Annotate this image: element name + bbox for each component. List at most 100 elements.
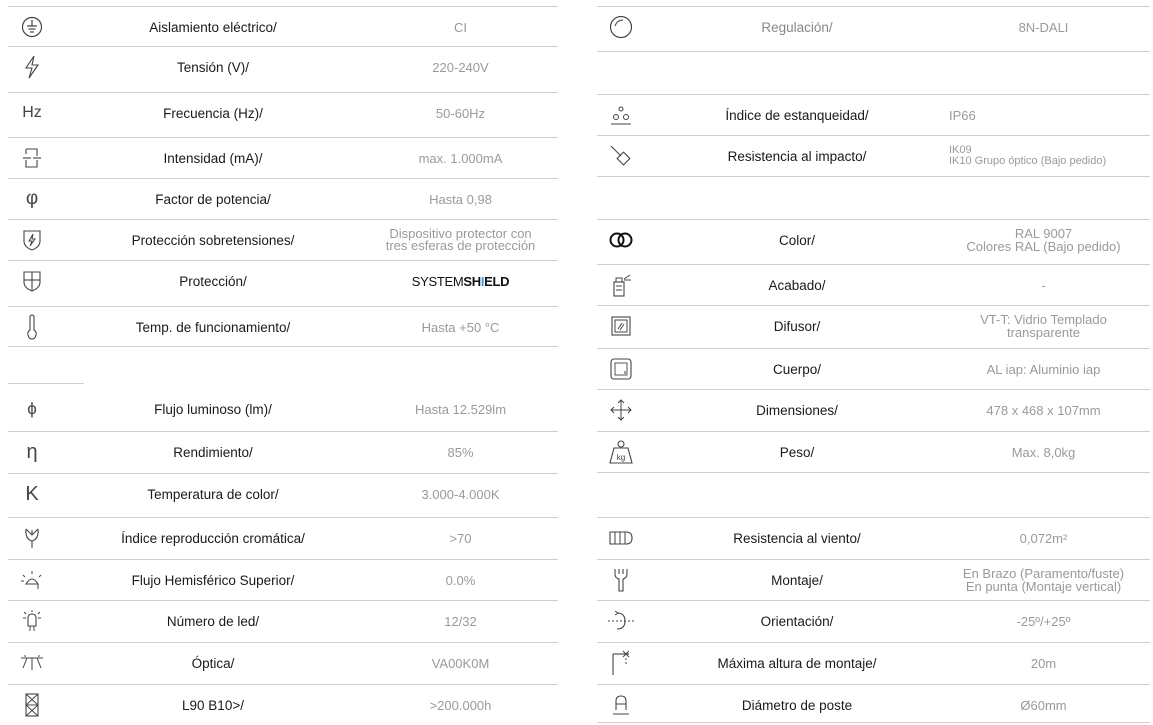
- spec-value: max. 1.000mA: [418, 150, 503, 166]
- spec-label: Diámetro de poste: [741, 697, 853, 713]
- spec-value: 3.000-4.000K: [421, 486, 500, 502]
- spec-row: Diámetro de poste Ø60mm: [597, 684, 1150, 724]
- spec-label: Índice reproducción cromática/: [121, 530, 305, 546]
- wind-icon: [597, 518, 645, 558]
- spray-icon: [597, 265, 645, 305]
- body-icon: [597, 349, 645, 389]
- hz-icon: Hz: [22, 104, 42, 121]
- spec-value: 85%: [447, 444, 474, 460]
- ground-icon: [8, 7, 56, 47]
- spec-value: Ø60mm: [1020, 697, 1067, 713]
- spec-label: Montaje/: [771, 572, 823, 588]
- kelvin-icon: K: [25, 482, 39, 505]
- dimming-icon: [597, 7, 645, 47]
- spec-value: RAL 9007 Colores RAL (Bajo pedido): [966, 226, 1121, 254]
- spec-row: φ Factor de potencia/ Hasta 0,98: [8, 178, 558, 218]
- led-icon: [8, 601, 56, 641]
- spec-row: Índice de estanqueidad/ IP66: [597, 94, 1150, 134]
- spec-value: >70: [449, 530, 472, 546]
- spec-row: Protección sobretensiones/ Dispositivo p…: [8, 219, 558, 259]
- spec-value: Hasta 12.529lm: [414, 401, 507, 417]
- spec-value: 220-240V: [432, 59, 489, 75]
- spec-label: Tensión (V)/: [176, 59, 250, 75]
- divider: [597, 51, 1150, 52]
- spec-row: Índice reproducción cromática/ >70: [8, 517, 558, 557]
- spec-row: Dimensiones/ 478 x 468 x 107mm: [597, 389, 1150, 429]
- spec-value: 0.0%: [445, 572, 476, 588]
- divider: [8, 383, 84, 384]
- svg-text:kg: kg: [617, 453, 625, 462]
- diffuser-icon: [597, 306, 645, 346]
- spec-value: -25º/+25º: [1016, 613, 1071, 629]
- spec-row: Color/ RAL 9007 Colores RAL (Bajo pedido…: [597, 219, 1150, 259]
- spec-value: VT-T: Vidrio Templado transparente: [980, 312, 1107, 340]
- spec-label: Número de led/: [166, 613, 260, 629]
- spec-value: VA00K0M: [431, 655, 490, 671]
- spec-label: Resistencia al impacto/: [727, 148, 867, 164]
- spec-row: kg Peso/ Max. 8,0kg: [597, 431, 1150, 471]
- thermometer-icon: [8, 307, 56, 347]
- divider: [597, 472, 1150, 473]
- spec-label: Temperatura de color/: [147, 486, 279, 502]
- spec-label: Factor de potencia/: [155, 191, 271, 207]
- spec-value: AL iap: Aluminio iap: [986, 361, 1101, 377]
- surge-shield-icon: [8, 220, 56, 260]
- spec-row: Orientación/ -25º/+25º: [597, 600, 1150, 640]
- spec-row: K Temperatura de color/ 3.000-4.000K: [8, 473, 558, 513]
- spec-label: Acabado/: [768, 277, 826, 293]
- spec-row: Aislamiento eléctrico/ CI: [8, 6, 558, 46]
- divider: [8, 346, 558, 347]
- spec-label: Aislamiento eléctrico/: [149, 19, 277, 35]
- spec-label: Regulación/: [761, 19, 833, 35]
- impact-icon: [597, 136, 645, 176]
- divider: [597, 176, 1150, 177]
- spec-row: Máxima altura de montaje/ 20m: [597, 642, 1150, 682]
- spec-label: Intensidad (mA)/: [163, 150, 263, 166]
- spec-row: Flujo Hemisférico Superior/ 0.0%: [8, 559, 558, 599]
- spec-label: Difusor/: [773, 318, 821, 334]
- spec-value: Dispositivo protector con tres esferas d…: [385, 226, 536, 253]
- spec-label: Frecuencia (Hz)/: [163, 105, 263, 121]
- dimensions-icon: [597, 390, 645, 430]
- spec-label: Dimensiones/: [756, 402, 838, 418]
- spec-row: Óptica/ VA00K0M: [8, 642, 558, 682]
- spec-label: Resistencia al viento/: [733, 530, 861, 546]
- spec-row: Resistencia al impacto/ IK09 IK10 Grupo …: [597, 135, 1150, 175]
- spec-label: Orientación/: [760, 613, 834, 629]
- spec-value: 20m: [1030, 655, 1057, 671]
- shield-icon: [8, 261, 56, 301]
- pole-icon: [597, 685, 645, 725]
- spec-value: Hasta 0,98: [429, 191, 492, 207]
- spec-value: -: [1041, 277, 1046, 293]
- spec-label: Temp. de funcionamiento/: [135, 319, 291, 335]
- spec-value: 0,072m²: [1019, 530, 1068, 546]
- flux-icon: ϕ: [27, 399, 37, 418]
- spec-row: ϕ Flujo luminoso (lm)/ Hasta 12.529lm: [8, 389, 558, 429]
- spec-value: 478 x 468 x 107mm: [986, 402, 1101, 418]
- spec-label: Índice de estanqueidad/: [725, 107, 869, 123]
- spec-row: η Rendimiento/ 85%: [8, 431, 558, 471]
- eta-icon: η: [26, 440, 38, 463]
- spec-row: Hz Frecuencia (Hz)/ 50-60Hz: [8, 92, 558, 132]
- spec-value: En Brazo (Paramento/fuste) En punta (Mon…: [962, 566, 1125, 594]
- spec-row: Tensión (V)/ 220-240V: [8, 46, 558, 86]
- systemshield-logo: SYSTEMSHIELD: [411, 273, 510, 289]
- uplight-icon: [8, 560, 56, 600]
- spec-row: Temp. de funcionamiento/ Hasta +50 °C: [8, 306, 558, 346]
- ip-icon: [597, 95, 645, 135]
- spec-value: IK09 IK10 Grupo óptico (Bajo pedido): [949, 144, 1107, 167]
- spec-row: Intensidad (mA)/ max. 1.000mA: [8, 137, 558, 177]
- spec-label: Rendimiento/: [173, 444, 253, 460]
- spec-value: Hasta +50 °C: [421, 319, 500, 335]
- spec-row: Acabado/ -: [597, 264, 1150, 304]
- spec-value: CI: [454, 19, 467, 35]
- orientation-icon: [597, 601, 645, 641]
- spec-label: Flujo Hemisférico Superior/: [131, 572, 295, 588]
- phi-icon: φ: [25, 188, 39, 209]
- current-icon: [8, 138, 56, 178]
- divider: [597, 722, 1150, 723]
- spec-label: Protección sobretensiones/: [131, 232, 295, 248]
- spec-label: Óptica/: [191, 655, 235, 671]
- spec-row: Resistencia al viento/ 0,072m²: [597, 517, 1150, 557]
- weight-icon: kg: [597, 432, 645, 472]
